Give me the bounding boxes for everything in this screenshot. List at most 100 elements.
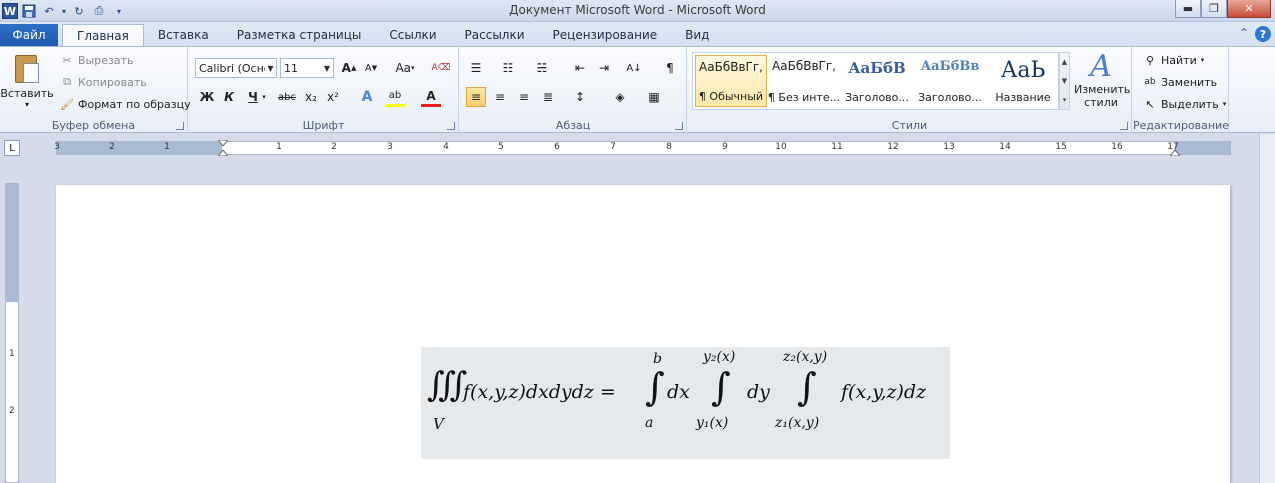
copy-icon: ⧉ <box>63 75 71 88</box>
format-painter-button[interactable]: 🖌 Формат по образцу <box>60 97 191 111</box>
sort-button[interactable]: A↓ <box>624 58 644 78</box>
paragraph-launcher-icon[interactable] <box>675 122 683 130</box>
italic-button[interactable]: К <box>219 87 239 107</box>
minimize-button[interactable]: ▬ <box>1175 0 1201 18</box>
line-spacing-button[interactable]: ↕ <box>570 87 590 107</box>
more-icon[interactable]: ▾ <box>1063 96 1067 104</box>
decrease-indent-button[interactable]: ⇤ <box>570 58 590 78</box>
ruler-number: 16 <box>1111 142 1123 152</box>
tab-view[interactable]: Вид <box>671 24 723 46</box>
underline-icon: Ч <box>248 90 258 104</box>
restore-button[interactable]: ❐ <box>1201 0 1227 18</box>
select-label: Выделить <box>1161 97 1219 111</box>
ruler-number: 2 <box>331 142 337 152</box>
font-size-field[interactable]: 11 ▼ <box>280 58 334 78</box>
close-button[interactable]: ✕ <box>1227 0 1271 18</box>
right-indent-marker[interactable] <box>1170 140 1180 156</box>
inner-lower-limit: z₁(x,y) <box>775 415 820 431</box>
change-styles-button[interactable]: A Изменить стили <box>1072 49 1130 110</box>
clear-formatting-button[interactable]: A⌫ <box>431 58 451 78</box>
ruler-number: 6 <box>554 142 560 152</box>
show-formatting-button[interactable]: ¶ <box>660 58 680 78</box>
bullets-button[interactable]: ☰ <box>466 58 486 78</box>
help-icon[interactable]: ? <box>1255 26 1271 42</box>
justify-button[interactable]: ≣ <box>538 87 558 107</box>
font-launcher-icon[interactable] <box>447 122 455 130</box>
equation-box[interactable]: ∭ V f(x,y,z)dxdydz = ∫ b a dx ∫ y₂(x) y₁… <box>421 347 950 459</box>
tab-references[interactable]: Ссылки <box>375 24 450 46</box>
chevron-up-icon[interactable]: ▲ <box>1062 58 1067 66</box>
style-no-spacing[interactable]: АаБбВвГг, ¶ Без инте... <box>768 55 840 107</box>
italic-icon: К <box>224 90 234 104</box>
shrink-font-icon: A <box>364 62 372 74</box>
change-case-button[interactable]: Aa ▾ <box>391 58 419 78</box>
align-left-button[interactable]: ≡ <box>466 87 486 107</box>
vertical-ruler[interactable]: 1 2 <box>5 183 19 483</box>
cut-label: Вырезать <box>78 53 134 67</box>
equation-lhs: f(x,y,z)dxdydz = <box>463 381 616 403</box>
tab-page-layout[interactable]: Разметка страницы <box>223 24 376 46</box>
cut-button[interactable]: ✂ Вырезать <box>60 53 133 67</box>
tab-file[interactable]: Файл <box>0 24 58 46</box>
chevron-down-icon[interactable]: ▼ <box>1062 77 1067 85</box>
style-heading-2[interactable]: АаБбВв Заголово... <box>914 55 986 107</box>
underline-dropdown-icon[interactable]: ▾ <box>259 87 269 107</box>
shading-button[interactable]: ◈ <box>610 87 630 107</box>
grow-font-button[interactable]: A ▲ <box>339 58 359 78</box>
strikethrough-button[interactable]: abc <box>277 87 297 107</box>
middle-differential: dy <box>747 381 770 403</box>
paste-button[interactable]: Вставить ▾ <box>0 49 54 109</box>
outer-upper-limit: b <box>653 351 662 367</box>
inner-upper-limit: z₂(x,y) <box>783 349 828 365</box>
bold-button[interactable]: Ж <box>197 87 217 107</box>
style-name: ¶ Обычный <box>698 90 764 103</box>
ruler-number: 10 <box>775 142 787 152</box>
multilevel-list-button[interactable]: ☵ <box>532 58 552 78</box>
tab-home[interactable]: Главная <box>62 24 144 46</box>
highlight-button[interactable]: ab <box>385 87 405 107</box>
replace-button[interactable]: ab Заменить <box>1143 75 1217 89</box>
font-name-value: Calibri (Осно <box>199 61 265 75</box>
left-indent-marker[interactable] <box>218 140 228 156</box>
copy-button[interactable]: ⧉ Копировать <box>60 75 147 89</box>
tab-mailings[interactable]: Рассылки <box>451 24 539 46</box>
clipboard-group-label: Буфер обмена <box>51 119 136 132</box>
subscript-button[interactable]: x₂ <box>301 87 321 107</box>
chevron-down-icon[interactable]: ▼ <box>321 59 333 77</box>
styles-gallery-scroll[interactable]: ▲ ▼ ▾ <box>1059 52 1070 110</box>
horizontal-ruler[interactable]: 3 2 1 1 2 3 4 5 6 7 8 9 10 11 12 13 14 1… <box>54 140 1231 156</box>
change-styles-icon: A <box>1090 49 1112 84</box>
minimize-ribbon-icon[interactable]: ⌃ <box>1239 26 1249 42</box>
borders-button[interactable]: ▦ <box>644 87 664 107</box>
text-effects-button[interactable]: A <box>357 87 377 107</box>
document-page[interactable]: ∭ V f(x,y,z)dxdydz = ∫ b a dx ∫ y₂(x) y₁… <box>56 185 1230 483</box>
style-normal[interactable]: АаБбВвГг, ¶ Обычный <box>695 55 767 107</box>
find-button[interactable]: ⚲ Найти ▾ <box>1143 53 1204 67</box>
ruler-number: 1 <box>164 142 170 152</box>
style-heading-1[interactable]: АаБбВ Заголово... <box>841 55 913 107</box>
style-sample: АаБбВв <box>920 59 980 74</box>
ruler-number: 14 <box>999 142 1011 152</box>
tab-review[interactable]: Рецензирование <box>539 24 672 46</box>
shrink-font-button[interactable]: A ▼ <box>361 58 381 78</box>
paste-icon <box>12 53 42 87</box>
align-right-button[interactable]: ≡ <box>514 87 534 107</box>
vertical-scrollbar[interactable] <box>1259 134 1275 483</box>
increase-indent-button[interactable]: ⇥ <box>594 58 614 78</box>
superscript-button[interactable]: x² <box>323 87 343 107</box>
styles-launcher-icon[interactable] <box>1120 122 1128 130</box>
chevron-down-icon[interactable]: ▼ <box>265 59 276 77</box>
grow-font-icon: A <box>341 61 351 75</box>
style-title[interactable]: АаЬ Название <box>987 55 1059 107</box>
ruler-number: 11 <box>831 142 843 152</box>
tab-selector[interactable]: L <box>4 140 20 156</box>
clipboard-launcher-icon[interactable] <box>176 122 184 130</box>
font-name-field[interactable]: Calibri (Осно ▼ <box>195 58 277 78</box>
select-button[interactable]: ↖ Выделить ▾ <box>1143 97 1226 111</box>
font-color-button[interactable]: A <box>421 87 441 107</box>
numbering-button[interactable]: ☷ <box>498 58 518 78</box>
align-center-button[interactable]: ≡ <box>490 87 510 107</box>
font-group: Calibri (Осно ▼ 11 ▼ A ▲ A ▼ Aa ▾ A⌫ Ж К Ч … <box>189 47 459 133</box>
integral-region: V <box>433 415 444 433</box>
tab-insert[interactable]: Вставка <box>144 24 223 46</box>
